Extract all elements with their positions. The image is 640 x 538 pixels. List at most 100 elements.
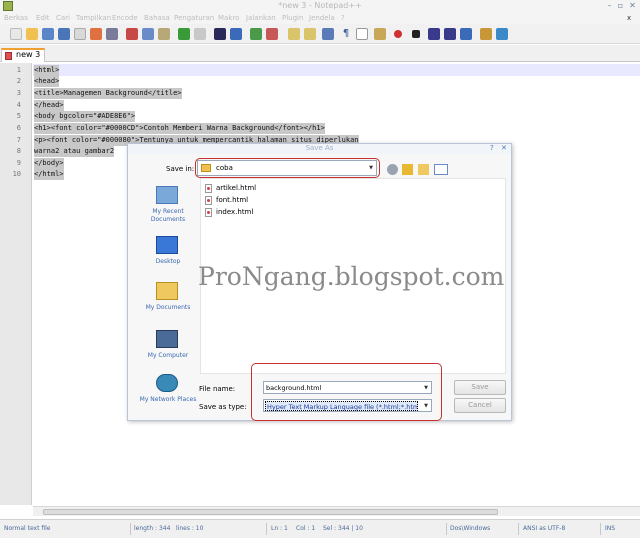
zoom-out-icon[interactable] (266, 28, 278, 40)
toolbar: ¶ (0, 24, 640, 44)
code-line: </body> (34, 158, 64, 169)
cancel-button[interactable]: Cancel (454, 398, 506, 413)
save-macro-icon[interactable] (460, 28, 472, 40)
status-file-type: Normal text file (4, 525, 51, 532)
save-icon[interactable] (42, 28, 54, 40)
menu-encode[interactable]: Encode (112, 14, 138, 22)
up-folder-icon[interactable] (402, 164, 413, 175)
indent-guide-icon[interactable] (356, 28, 368, 40)
html-file-icon (205, 208, 212, 217)
close-all-icon[interactable] (90, 28, 102, 40)
code-line: <html> (34, 65, 60, 76)
copy-icon[interactable] (142, 28, 154, 40)
line-number: 8 (16, 147, 21, 155)
line-number: 4 (16, 101, 21, 109)
highlight-box (251, 363, 442, 421)
new-folder-icon[interactable] (418, 164, 429, 175)
status-bar: Normal text file length : 344 lines : 10… (0, 519, 640, 538)
code-line: </head> (34, 100, 64, 111)
line-number: 7 (16, 136, 21, 144)
status-lines: lines : 10 (176, 525, 204, 532)
menu-bar: Berkas Edit Cari Tampilkan Encode Bahasa… (0, 13, 640, 24)
line-number: 1 (16, 66, 21, 74)
dialog-close-icon[interactable]: ✕ (501, 144, 507, 152)
window-title: *new 3 - Notepad++ (278, 1, 362, 10)
place-label: My Recent Documents (150, 208, 186, 223)
status-separator (130, 523, 131, 535)
status-separator (266, 523, 267, 535)
print-icon[interactable] (106, 28, 118, 40)
save-button[interactable]: Save (454, 380, 506, 395)
status-col: Col : 1 (296, 525, 316, 532)
file-name: index.html (216, 208, 254, 216)
zoom-in-icon[interactable] (250, 28, 262, 40)
menu-cari[interactable]: Cari (56, 14, 70, 22)
help-icon[interactable]: ? (490, 144, 494, 152)
line-number: 9 (16, 159, 21, 167)
doc-map-icon[interactable] (374, 28, 386, 40)
sync-h-icon[interactable] (304, 28, 316, 40)
menu-close-icon[interactable]: x (627, 14, 631, 22)
menu-plugin[interactable]: Plugin (282, 14, 303, 22)
code-line: <head> (34, 76, 60, 87)
replace-icon[interactable] (230, 28, 242, 40)
place-label: Desktop (155, 258, 181, 265)
line-number: 5 (16, 112, 21, 120)
tab-new-3[interactable]: new 3 (1, 48, 45, 62)
undo-icon[interactable] (178, 28, 190, 40)
line-number: 2 (16, 77, 21, 85)
file-name: artikel.html (216, 184, 257, 192)
code-line: <body bgcolor="#ADE8E6"> (34, 111, 136, 122)
record-macro-icon[interactable] (394, 30, 402, 38)
menu-edit[interactable]: Edit (36, 14, 50, 22)
stop-macro-icon[interactable] (412, 30, 420, 38)
trim-icon[interactable] (480, 28, 492, 40)
place-label: My Documents (145, 304, 191, 311)
paste-icon[interactable] (158, 28, 170, 40)
horizontal-scrollbar[interactable] (33, 506, 640, 516)
cut-icon[interactable] (126, 28, 138, 40)
menu-berkas[interactable]: Berkas (4, 14, 28, 22)
code-line: </html> (34, 169, 64, 180)
menu-help[interactable]: ? (341, 14, 345, 22)
maximize-icon[interactable]: ▫ (615, 1, 626, 11)
watermark: ProNgang.blogspot.com (198, 262, 505, 291)
scrollbar-thumb[interactable] (43, 509, 498, 515)
run-macro-multiple-icon[interactable] (444, 28, 456, 40)
open-file-icon[interactable] (26, 28, 38, 40)
menu-jendela[interactable]: Jendela (309, 14, 335, 22)
menu-jalankan[interactable]: Jalankan (246, 14, 276, 22)
find-icon[interactable] (214, 28, 226, 40)
desktop-icon (156, 236, 178, 254)
save-as-type-label: Save as type: (199, 403, 247, 411)
status-ln: Ln : 1 (271, 525, 288, 532)
menu-tampilkan[interactable]: Tampilkan (76, 14, 111, 22)
line-number-gutter: 1 2 3 4 5 6 7 8 9 10 (0, 63, 32, 505)
show-all-chars-icon[interactable]: ¶ (340, 28, 352, 40)
view-menu-icon[interactable] (434, 164, 448, 175)
play-macro-icon[interactable] (428, 28, 440, 40)
back-icon[interactable] (387, 164, 398, 175)
file-name-label: File name: (199, 385, 236, 393)
spell-check-icon[interactable] (496, 28, 508, 40)
status-eol: Dos\Windows (450, 525, 491, 532)
recent-documents-icon (156, 186, 178, 204)
menu-makro[interactable]: Makro (218, 14, 239, 22)
menu-bahasa[interactable]: Bahasa (144, 14, 170, 22)
close-icon[interactable]: ✕ (627, 1, 638, 11)
minimize-icon[interactable]: – (604, 1, 615, 11)
redo-icon[interactable] (194, 28, 206, 40)
save-as-dialog: Save As ? ✕ Save in: coba ▼ My Recent Do… (127, 143, 512, 421)
tab-bar: new 3 (0, 45, 640, 62)
my-documents-icon (156, 282, 178, 300)
place-label: My Computer (147, 352, 189, 359)
save-all-icon[interactable] (58, 28, 70, 40)
status-separator (446, 523, 447, 535)
close-file-icon[interactable] (74, 28, 86, 40)
menu-pengaturan[interactable]: Pengaturan (174, 14, 214, 22)
network-places-icon (156, 374, 178, 392)
new-file-icon[interactable] (10, 28, 22, 40)
line-number: 3 (16, 89, 21, 97)
wrap-icon[interactable] (322, 28, 334, 40)
sync-v-icon[interactable] (288, 28, 300, 40)
